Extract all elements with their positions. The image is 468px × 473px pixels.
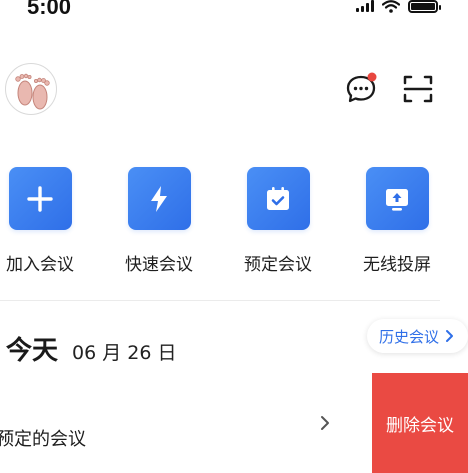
- schedule-meeting-label: 预定会议: [244, 255, 312, 275]
- wifi-icon: [382, 0, 400, 13]
- delete-meeting-label: 删除会议: [386, 415, 454, 436]
- divider: [0, 300, 440, 301]
- schedule-meeting-button[interactable]: 预定会议: [233, 167, 323, 275]
- join-meeting-button[interactable]: 加入会议: [0, 167, 85, 275]
- meeting-title: 预定的会议: [0, 429, 86, 450]
- schedule-meeting-tile: [246, 167, 310, 230]
- chevron-right-icon: [446, 330, 454, 342]
- today-heading: 今天: [6, 336, 59, 366]
- messages-button[interactable]: [345, 72, 379, 106]
- status-icons: [356, 0, 441, 14]
- scan-button[interactable]: [401, 72, 435, 106]
- delete-meeting-button[interactable]: 删除会议: [372, 373, 468, 473]
- quick-meeting-button[interactable]: 快速会议: [114, 167, 204, 275]
- notification-badge: [367, 72, 377, 82]
- quick-meeting-label: 快速会议: [125, 255, 193, 275]
- quick-meeting-tile: [127, 167, 191, 230]
- today-date: 06 月 26 日: [72, 342, 177, 364]
- avatar[interactable]: [5, 63, 57, 115]
- chevron-right-icon: [321, 416, 329, 430]
- history-meetings-button[interactable]: 历史会议: [367, 319, 468, 353]
- scan-icon: [403, 75, 433, 103]
- calendar-check-icon: [267, 186, 289, 210]
- history-meetings-label: 历史会议: [379, 327, 440, 346]
- plus-icon: [27, 185, 53, 212]
- status-time: 5:00: [27, 0, 72, 19]
- join-meeting-tile: [8, 167, 72, 230]
- wireless-cast-button[interactable]: 无线投屏: [352, 167, 442, 275]
- battery-icon: [408, 0, 441, 13]
- screen-cast-icon: [386, 188, 408, 211]
- footprints-icon: [15, 73, 50, 110]
- wireless-cast-label: 无线投屏: [363, 255, 431, 275]
- chat-bubble-icon: [346, 72, 377, 103]
- lightning-icon: [151, 185, 167, 212]
- wireless-cast-tile: [365, 167, 429, 230]
- cellular-signal-icon: [356, 0, 374, 12]
- join-meeting-label: 加入会议: [6, 255, 74, 275]
